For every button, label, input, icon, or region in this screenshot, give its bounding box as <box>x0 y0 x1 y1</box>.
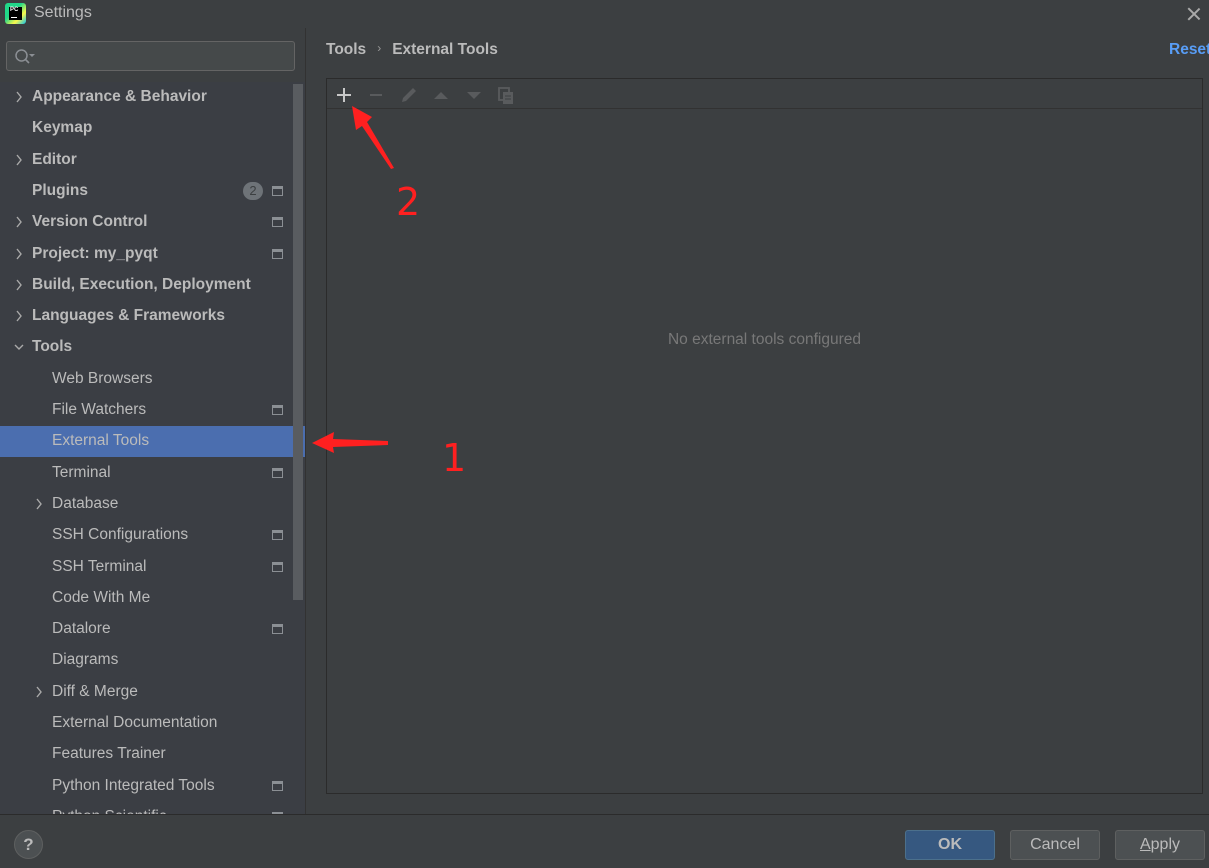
project-level-icon <box>272 248 283 259</box>
sidebar-item-plugins[interactable]: Plugins 2 <box>0 176 305 207</box>
copy-icon[interactable] <box>495 84 517 106</box>
chevron-right-icon[interactable] <box>14 91 24 103</box>
triangle-up-icon[interactable] <box>430 84 452 106</box>
breadcrumb-item-tools[interactable]: Tools <box>326 41 366 58</box>
sidebar-item-label: Plugins <box>32 181 88 199</box>
sidebar-item-label: Project: my_pyqt <box>32 244 158 262</box>
sidebar-item-label: SSH Configurations <box>52 526 189 544</box>
sidebar-item-ssh-terminal[interactable]: SSH Terminal <box>0 552 305 583</box>
sidebar-item-label: File Watchers <box>52 401 147 418</box>
dialog-footer: ? OK Cancel Apply <box>0 814 1209 868</box>
sidebar-item-external-tools[interactable]: External Tools <box>0 426 305 458</box>
close-icon[interactable] <box>1184 4 1204 24</box>
sidebar-item-external-documentation[interactable]: External Documentation <box>0 708 305 739</box>
breadcrumb: Tools › External Tools <box>326 41 498 59</box>
project-level-icon <box>272 561 283 572</box>
chevron-down-icon[interactable] <box>14 341 24 353</box>
sidebar-item-python-scientific[interactable]: Python Scientific <box>0 802 305 814</box>
tools-toolbar <box>327 79 1202 109</box>
sidebar-item-file-watchers[interactable]: File Watchers <box>0 395 305 426</box>
settings-sidebar: Appearance & Behavior Keymap Editor Plugins… <box>0 28 305 814</box>
sidebar-item-label: Tools <box>32 338 73 356</box>
ok-button[interactable]: OK <box>905 830 995 860</box>
empty-state-text: No external tools configured <box>667 331 861 348</box>
sidebar-item-label: SSH Terminal <box>52 557 147 575</box>
update-count-badge: 2 <box>243 181 263 200</box>
sidebar-item-label: Languages & Frameworks <box>32 307 225 325</box>
sidebar-item-label: Version Control <box>32 213 148 231</box>
chevron-right-icon[interactable] <box>14 310 24 322</box>
content-pane: Tools › External Tools Reset No external… <box>306 28 1209 814</box>
sidebar-item-label: Editor <box>32 150 77 168</box>
sidebar-item-label: Diff & Merge <box>52 682 138 700</box>
chevron-right-icon[interactable] <box>34 498 44 510</box>
sidebar-item-version-control[interactable]: Version Control <box>0 207 305 238</box>
sidebar-item-database[interactable]: Database <box>0 489 305 520</box>
pencil-icon[interactable] <box>398 84 420 106</box>
sidebar-item-languages-frameworks[interactable]: Languages & Frameworks <box>0 301 305 332</box>
apply-label-rest: pply <box>1150 836 1181 853</box>
chevron-right-icon[interactable] <box>14 248 24 260</box>
sidebar-item-label: Python Integrated Tools <box>52 776 215 794</box>
project-level-icon <box>272 624 283 635</box>
project-level-icon <box>272 467 283 478</box>
search-input[interactable] <box>39 46 289 66</box>
sidebar-item-python-integrated-tools[interactable]: Python Integrated Tools <box>0 771 305 802</box>
breadcrumb-item-external-tools: External Tools <box>392 41 498 58</box>
plus-icon[interactable] <box>333 84 355 106</box>
sidebar-item-features-trainer[interactable]: Features Trainer <box>0 739 305 770</box>
search-box[interactable] <box>6 41 295 71</box>
app-icon-text: PC <box>9 7 22 20</box>
sidebar-item-keymap[interactable]: Keymap <box>0 113 305 144</box>
breadcrumb-separator: › <box>377 41 382 55</box>
sidebar-item-label: External Tools <box>52 432 150 450</box>
project-level-icon <box>272 217 283 228</box>
sidebar-item-diff-merge[interactable]: Diff & Merge <box>0 677 305 708</box>
pycharm-app-icon: PC <box>5 3 26 24</box>
search-icon[interactable] <box>14 48 36 66</box>
sidebar-item-label: Web Browsers <box>52 369 153 387</box>
title-bar: PC Settings <box>0 0 1209 28</box>
sidebar-item-label: Code With Me <box>52 588 151 606</box>
minus-icon[interactable] <box>365 84 387 106</box>
chevron-right-icon[interactable] <box>14 216 24 228</box>
project-level-icon <box>272 185 283 196</box>
cancel-button[interactable]: Cancel <box>1010 830 1100 860</box>
sidebar-item-label: Database <box>52 494 119 512</box>
sidebar-item-diagrams[interactable]: Diagrams <box>0 645 305 676</box>
sidebar-item-appearance-behavior[interactable]: Appearance & Behavior <box>0 82 305 113</box>
help-button[interactable]: ? <box>14 830 43 859</box>
project-level-icon <box>272 530 283 541</box>
sidebar-item-code-with-me[interactable]: Code With Me <box>0 583 305 614</box>
sidebar-item-terminal[interactable]: Terminal <box>0 458 305 489</box>
sidebar-item-label: Terminal <box>52 463 111 481</box>
sidebar-item-editor[interactable]: Editor <box>0 145 305 176</box>
apply-button[interactable]: Apply <box>1115 830 1205 860</box>
sidebar-item-tools[interactable]: Tools <box>0 332 305 363</box>
apply-mnemonic: A <box>1139 836 1151 853</box>
reset-link[interactable]: Reset <box>1169 41 1209 59</box>
sidebar-item-label: Appearance & Behavior <box>32 88 207 105</box>
annotation-label-1: 1 <box>442 436 467 480</box>
chevron-right-icon[interactable] <box>34 686 44 698</box>
sidebar-item-web-browsers[interactable]: Web Browsers <box>0 364 305 395</box>
sidebar-item-project-my-pyqt[interactable]: Project: my_pyqt <box>0 239 305 270</box>
sidebar-item-label: Features Trainer <box>52 745 166 763</box>
chevron-right-icon[interactable] <box>14 154 24 166</box>
sidebar-item-label: Diagrams <box>52 651 119 669</box>
window-title: Settings <box>34 4 92 21</box>
sidebar-item-label: Datalore <box>52 620 111 638</box>
sidebar-item-label: Keymap <box>32 119 93 137</box>
annotation-label-2: 2 <box>396 180 421 224</box>
chevron-right-icon[interactable] <box>14 279 24 291</box>
sidebar-scrollbar-thumb[interactable] <box>293 84 303 600</box>
sidebar-item-datalore[interactable]: Datalore <box>0 614 305 645</box>
project-level-icon <box>272 405 283 415</box>
sidebar-item-label: Build, Execution, Deployment <box>32 275 251 293</box>
sidebar-item-label: External Documentation <box>52 714 218 731</box>
sidebar-item-build-execution-deployment[interactable]: Build, Execution, Deployment <box>0 270 305 301</box>
sidebar-item-ssh-configurations[interactable]: SSH Configurations <box>0 520 305 551</box>
triangle-down-icon[interactable] <box>463 84 485 106</box>
project-level-icon <box>272 780 283 791</box>
